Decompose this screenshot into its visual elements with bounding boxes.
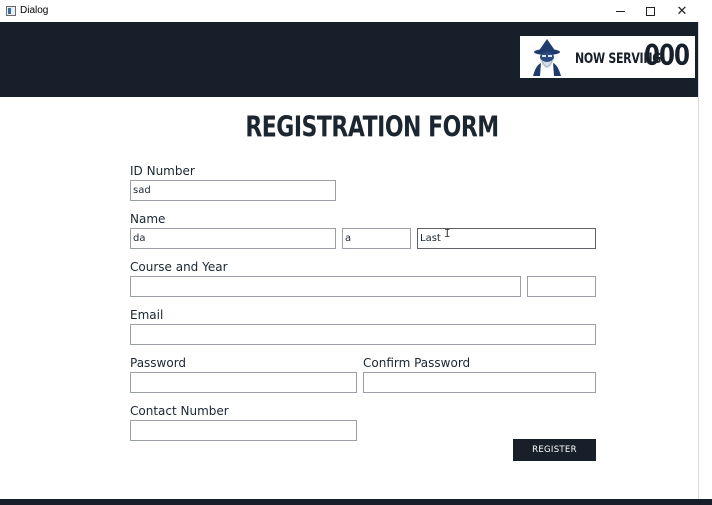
course-year-label: Course and Year xyxy=(130,260,228,274)
register-button[interactable]: REGISTER xyxy=(513,439,596,461)
title-bar: Dialog ✕ xyxy=(0,0,712,22)
now-serving-panel: NOW SERVING 000 xyxy=(520,36,695,78)
contact-number-input[interactable] xyxy=(130,420,357,441)
window-title: Dialog xyxy=(20,5,49,16)
window-right-edge xyxy=(698,22,712,505)
close-button[interactable]: ✕ xyxy=(666,0,698,22)
maximize-button[interactable] xyxy=(634,0,666,22)
text-cursor-icon: I xyxy=(444,227,451,240)
middle-initial-input[interactable] xyxy=(342,228,411,249)
app-window-icon xyxy=(6,6,16,16)
year-input[interactable] xyxy=(527,276,596,297)
bottom-border xyxy=(0,499,712,505)
first-name-input[interactable] xyxy=(130,228,336,249)
close-icon: ✕ xyxy=(676,3,688,19)
form-title: REGISTRATION FORM xyxy=(0,112,712,145)
email-label: Email xyxy=(130,308,164,322)
password-input[interactable] xyxy=(130,372,357,393)
confirm-password-label: Confirm Password xyxy=(363,356,471,370)
course-input[interactable] xyxy=(130,276,521,297)
minimize-icon xyxy=(615,10,625,12)
contact-number-label: Contact Number xyxy=(130,404,229,418)
dialog-window: Dialog ✕ NOW SERVING 000 REGISTRATION FO… xyxy=(0,0,712,505)
wizard-mascot-icon xyxy=(533,39,561,76)
header-banner: NOW SERVING 000 xyxy=(0,22,698,97)
maximize-icon xyxy=(645,6,655,16)
name-label: Name xyxy=(130,212,166,226)
form-title-text: REGISTRATION FORM xyxy=(245,112,499,145)
now-serving-number: 000 xyxy=(644,40,690,73)
minimize-button[interactable] xyxy=(604,0,636,22)
email-input[interactable] xyxy=(130,324,596,345)
confirm-password-input[interactable] xyxy=(363,372,596,393)
password-label: Password xyxy=(130,356,187,370)
id-number-input[interactable] xyxy=(130,180,336,201)
id-number-label: ID Number xyxy=(130,164,195,178)
